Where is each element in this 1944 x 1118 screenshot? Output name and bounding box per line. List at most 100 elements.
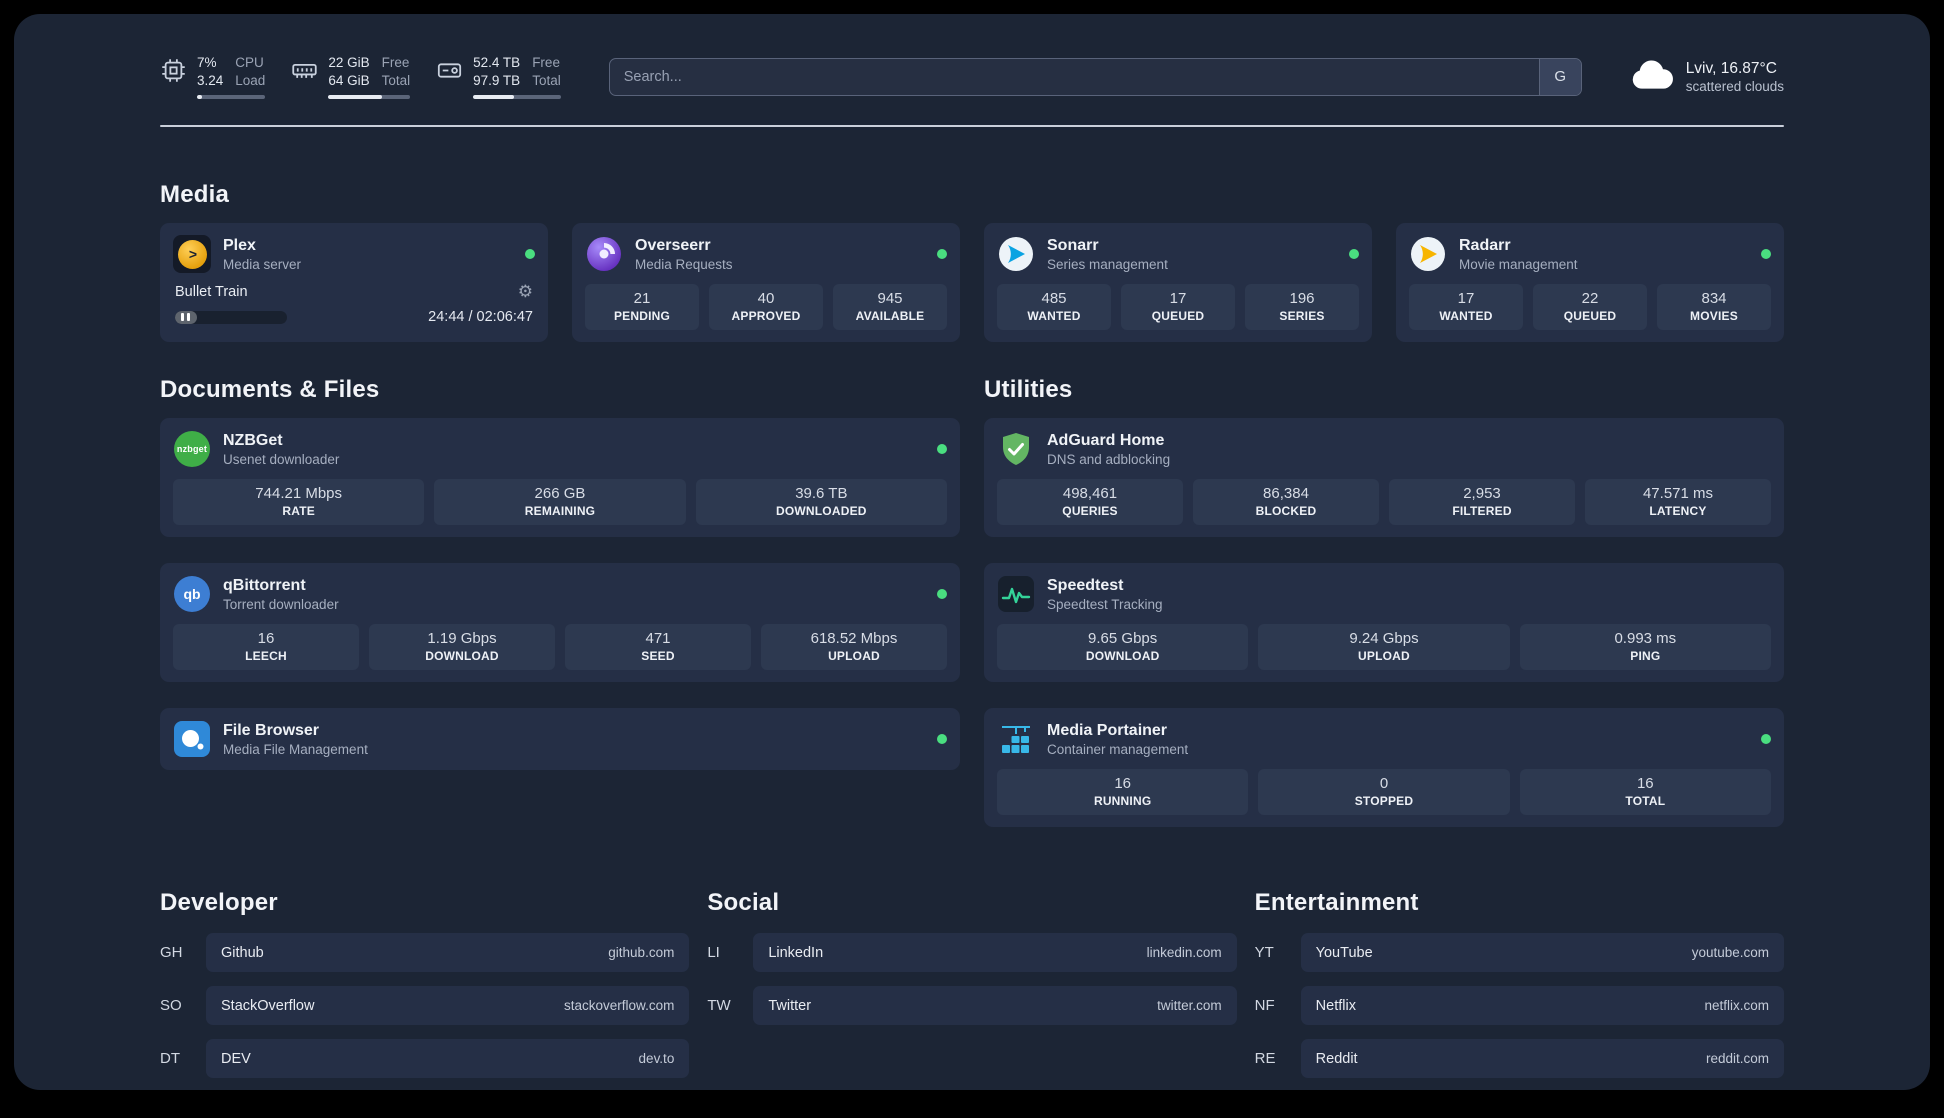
cpu-progressbar (197, 95, 266, 100)
bookmark-name: Netflix (1315, 997, 1356, 1014)
bookmark-name: StackOverflow (221, 997, 315, 1014)
status-dot (525, 249, 535, 260)
status-dot (937, 589, 947, 600)
stat-tile: 39.6 TB DOWNLOADED (695, 479, 947, 526)
bookmark-url: youtube.com (1691, 945, 1769, 961)
topbar-divider (160, 125, 1784, 128)
weather-condition: scattered clouds (1685, 78, 1784, 94)
plex-card[interactable]: > Plex Media server Bullet Train ⚙ 24:44… (160, 223, 548, 343)
disk-label-bottom: Total (532, 73, 561, 89)
search-input[interactable] (608, 57, 1582, 96)
nzbget-card[interactable]: nzbget NZBGet Usenet downloader 744.21 M… (160, 418, 960, 538)
pause-icon[interactable] (181, 313, 190, 322)
speedtest-card[interactable]: Speedtest Speedtest Tracking 9.65 Gbps D… (984, 563, 1784, 683)
adguard-card[interactable]: AdGuard Home DNS and adblocking 498,461 … (984, 418, 1784, 538)
stat-value: 945 (877, 290, 903, 308)
memory-label-bottom: Total (381, 73, 411, 89)
bookmark-name: LinkedIn (768, 944, 824, 961)
stat-tile: 485 WANTED (997, 284, 1111, 331)
qbittorrent-icon: qb (173, 575, 211, 613)
stat-tile: 40 APPROVED (709, 284, 823, 331)
bookmark-linkedin[interactable]: LI LinkedIn linkedin.com (707, 933, 1237, 973)
stat-value: 196 (1289, 290, 1315, 308)
nzbget-icon: nzbget (173, 430, 211, 468)
status-dot (937, 444, 947, 455)
stat-value: 0 (1379, 775, 1389, 793)
stat-value: 86,384 (1263, 485, 1309, 503)
bookmark-dev[interactable]: DT DEV dev.to (160, 1039, 690, 1079)
bookmark-youtube[interactable]: YT YouTube youtube.com (1255, 933, 1784, 973)
overseerr-card[interactable]: Overseerr Media Requests 21 PENDING 40 A… (572, 223, 960, 343)
bookmark-abbr: GH (160, 944, 183, 962)
stat-tile: 86,384 BLOCKED (1193, 479, 1379, 526)
stat-value: 9.24 Gbps (1349, 630, 1419, 648)
service-subtitle: Media server (223, 256, 302, 272)
stat-value: 744.21 Mbps (255, 485, 343, 503)
stat-value: 9.65 Gbps (1088, 630, 1158, 648)
search-provider-button[interactable]: G (1538, 58, 1581, 95)
stat-label: UPLOAD (1358, 649, 1410, 664)
stat-label: PING (1630, 649, 1661, 664)
bookmark-url: twitter.com (1157, 998, 1222, 1014)
stat-value: 16 (1114, 775, 1131, 793)
stat-value: 39.6 TB (795, 485, 848, 503)
service-name: Radarr (1459, 236, 1511, 254)
stat-label: DOWNLOAD (1085, 649, 1160, 664)
stat-value: 47.571 ms (1642, 485, 1714, 503)
service-subtitle: Speedtest Tracking (1047, 596, 1163, 612)
service-subtitle: DNS and adblocking (1047, 451, 1171, 467)
portainer-card[interactable]: Media Portainer Container management 16 … (984, 708, 1784, 828)
bookmark-url: dev.to (638, 1051, 675, 1067)
documents-column: Documents & Files nzbget NZBGet Usenet d… (160, 376, 960, 827)
sonarr-icon (997, 235, 1035, 273)
bookmark-reddit[interactable]: RE Reddit reddit.com (1254, 1039, 1784, 1079)
bookmark-url: stackoverflow.com (564, 998, 675, 1014)
bookmark-netflix[interactable]: NF Netflix netflix.com (1255, 986, 1784, 1026)
stat-value: 16 (1636, 775, 1654, 793)
memory-label-top: Free (381, 55, 410, 70)
service-name: Media Portainer (1047, 721, 1168, 739)
portainer-icon (997, 720, 1035, 758)
bookmark-twitter[interactable]: TW Twitter twitter.com (707, 986, 1237, 1026)
stat-value: 618.52 Mbps (810, 630, 898, 648)
stat-tile: 22 QUEUED (1533, 284, 1647, 331)
stat-label: SERIES (1279, 309, 1325, 324)
playback-progressbar[interactable] (175, 310, 287, 324)
service-subtitle: Movie management (1459, 256, 1578, 272)
memory-icon (291, 57, 318, 99)
disk-progressbar (473, 95, 561, 100)
bookmark-name: Twitter (768, 997, 812, 1014)
stat-label: DOWNLOAD (425, 649, 499, 664)
stat-tile: 0.993 ms PING (1519, 624, 1771, 671)
filebrowser-card[interactable]: File Browser Media File Management (160, 708, 960, 771)
cpu-icon (160, 57, 187, 99)
sonarr-card[interactable]: Sonarr Series management 485 WANTED 17 Q… (984, 223, 1372, 343)
service-name: Plex (223, 236, 256, 254)
bookmark-stackoverflow[interactable]: SO StackOverflow stackoverflow.com (160, 986, 690, 1026)
stat-label: APPROVED (731, 309, 801, 324)
weather-location: Lviv, 16.87°C (1685, 59, 1777, 77)
stat-label: UPLOAD (828, 649, 880, 664)
stat-tile: 47.571 ms LATENCY (1585, 479, 1771, 526)
bookmark-url: reddit.com (1705, 1051, 1769, 1067)
settings-gear-icon[interactable]: ⚙ (518, 283, 533, 300)
status-dot (937, 249, 947, 260)
service-subtitle: Media Requests (635, 256, 733, 272)
adguard-icon (997, 430, 1035, 468)
stat-tile: 16 RUNNING (997, 769, 1249, 816)
memory-widget: 22 GiB 64 GiB Free Total (291, 54, 411, 100)
cpu-label-top: CPU (235, 55, 264, 70)
stat-value: 471 (645, 630, 671, 648)
bookmark-github[interactable]: GH Github github.com (160, 933, 690, 973)
service-subtitle: Usenet downloader (223, 451, 340, 467)
bookmarks-entertainment: Entertainment YT YouTube youtube.com NF … (1255, 889, 1784, 1090)
bookmark-abbr: RE (1254, 1050, 1276, 1068)
qbittorrent-card[interactable]: qb qBittorrent Torrent downloader 16 LEE… (160, 563, 960, 683)
radarr-card[interactable]: Radarr Movie management 17 WANTED 22 QUE… (1396, 223, 1784, 343)
cpu-label-bottom: Load (235, 73, 266, 89)
disk-label-top: Free (532, 55, 560, 70)
bookmark-abbr: TW (707, 997, 731, 1015)
section-title-developer: Developer (160, 889, 278, 917)
stat-value: 21 (633, 290, 651, 308)
service-name: Speedtest (1047, 576, 1124, 594)
